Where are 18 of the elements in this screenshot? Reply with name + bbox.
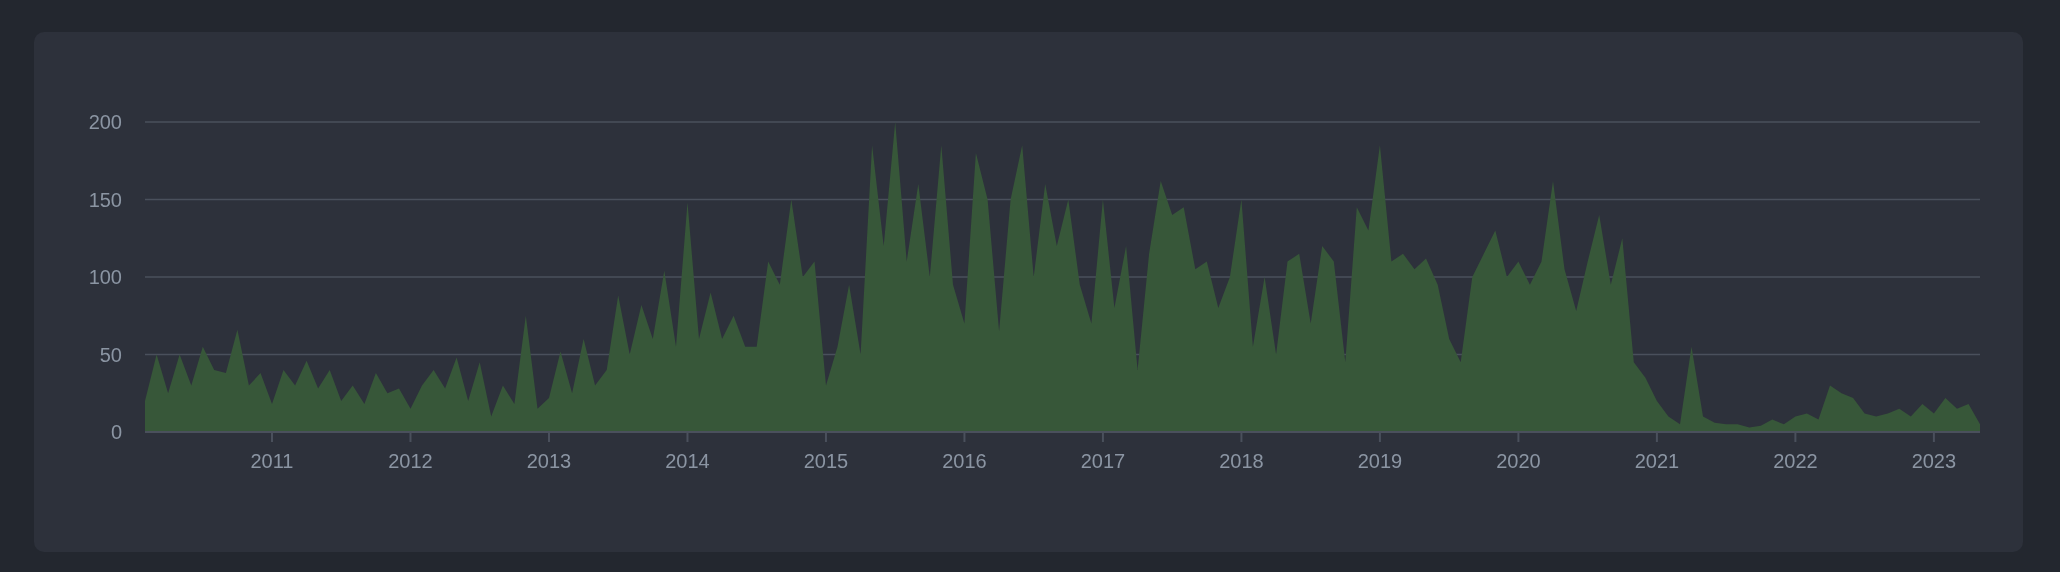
axis-label: 100 bbox=[88, 266, 122, 288]
axis-label: 150 bbox=[88, 188, 122, 211]
axis-label: 200 bbox=[88, 111, 122, 133]
axis-label: 2011 bbox=[250, 450, 294, 472]
axis-label: 2023 bbox=[1911, 450, 1957, 472]
axis-label: 0 bbox=[110, 421, 122, 443]
axis-label: 2022 bbox=[1773, 450, 1818, 472]
axis-label: 2019 bbox=[1357, 450, 1403, 472]
axis-label: 2012 bbox=[388, 450, 433, 472]
axis-label: 2014 bbox=[665, 450, 710, 472]
axis-label: 2018 bbox=[1219, 450, 1264, 472]
axis-label: 2016 bbox=[942, 450, 987, 472]
axis-label: 2015 bbox=[803, 450, 849, 472]
axis-label: 50 bbox=[99, 343, 122, 366]
axis-label: 2020 bbox=[1496, 450, 1541, 472]
axis-label: 2021 bbox=[1634, 450, 1680, 472]
axis-label: 2013 bbox=[526, 450, 572, 472]
axis-label: 2017 bbox=[1080, 450, 1126, 472]
